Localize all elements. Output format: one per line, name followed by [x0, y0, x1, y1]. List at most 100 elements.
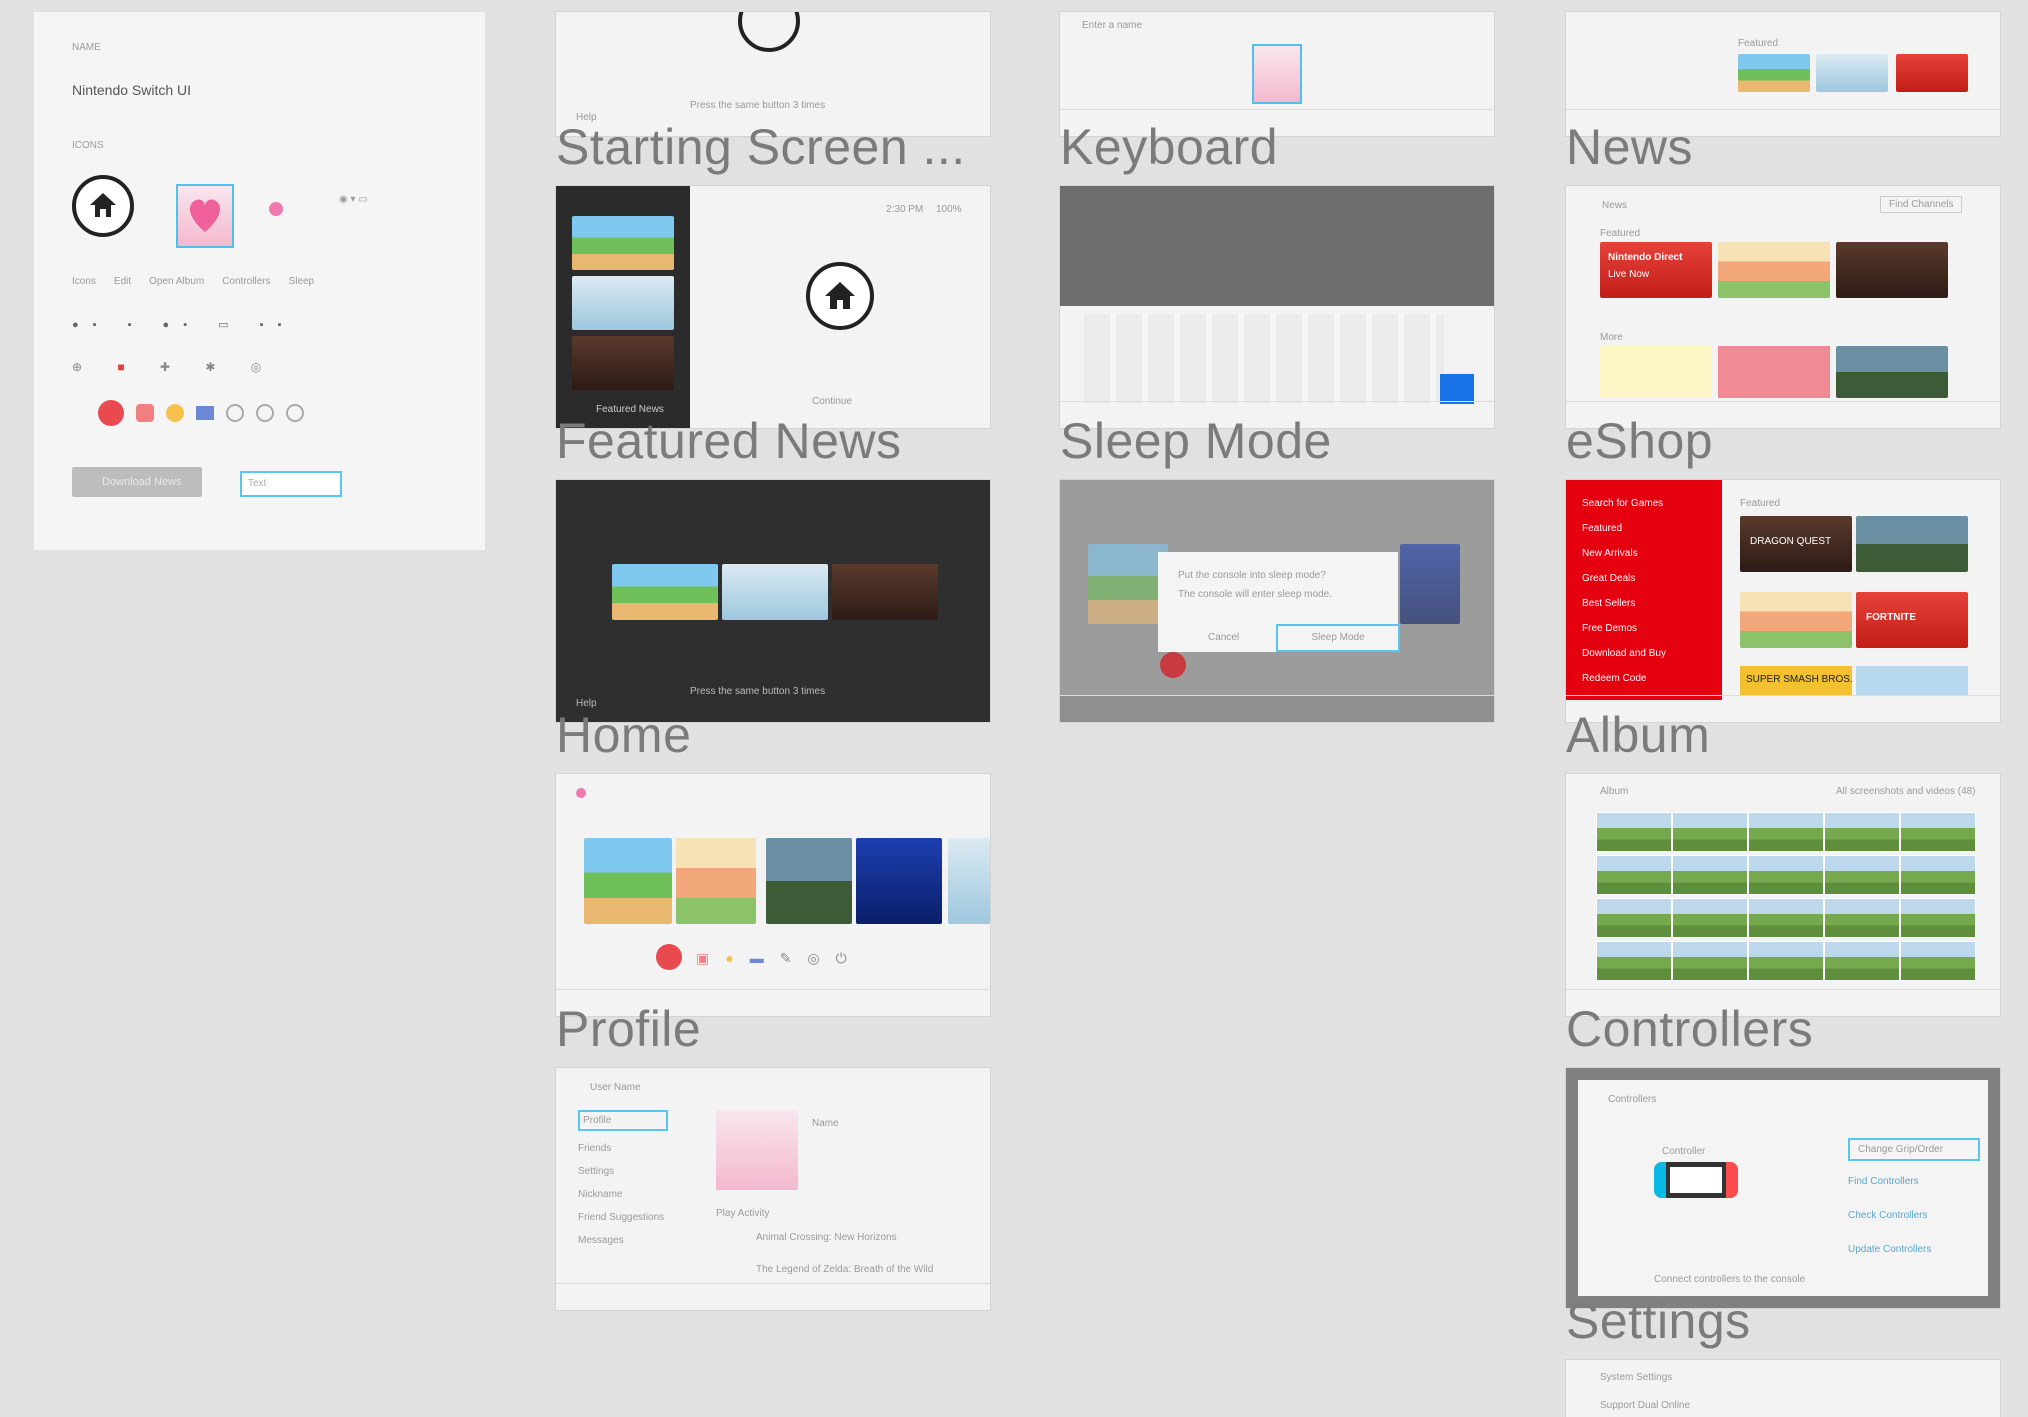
screenshot-thumb[interactable] [1748, 941, 1824, 981]
switch-lite-tile[interactable] [1718, 346, 1830, 398]
eshop-menu-item[interactable]: Download and Buy [1582, 648, 1722, 659]
sleep-mode-frame[interactable]: Put the console into sleep mode? The con… [1060, 480, 1494, 722]
home-preview-frame[interactable]: Press the same button 3 times Help [556, 480, 990, 722]
featured-news-frame[interactable]: Featured News 2:30 PM 100% Continue [556, 186, 990, 428]
menu-item[interactable]: Profile [578, 1110, 668, 1131]
name-value[interactable]: Nintendo Switch UI [72, 82, 191, 98]
menu-item[interactable]: Nickname [578, 1189, 668, 1200]
screenshot-thumb[interactable] [1824, 812, 1900, 852]
sleep-icon[interactable] [256, 404, 274, 422]
game-tile[interactable] [584, 838, 672, 924]
eshop-menu-item[interactable]: Great Deals [1582, 573, 1722, 584]
screenshot-thumb[interactable] [1672, 898, 1748, 938]
power-icon[interactable] [286, 404, 304, 422]
user-icon[interactable] [576, 788, 586, 798]
avatar[interactable] [1252, 44, 1302, 104]
screenshot-thumb[interactable] [1900, 898, 1976, 938]
controller-option[interactable]: Check Controllers [1848, 1210, 1927, 1221]
promo-tile[interactable] [1718, 242, 1830, 298]
controllers-frame[interactable]: Controllers Controller Change Grip/Order… [1566, 1068, 2000, 1308]
game-tile[interactable]: SUPER SMASH BROS. [1740, 666, 1853, 696]
enter-key[interactable] [1440, 374, 1474, 404]
controller-option[interactable]: Update Controllers [1848, 1244, 1931, 1255]
eshop-frame[interactable]: Search for Games Featured New Arrivals G… [1566, 480, 2000, 722]
eshop-menu-item[interactable]: Featured [1582, 523, 1722, 534]
news-icon[interactable] [656, 944, 682, 970]
screenshot-thumb[interactable] [1672, 855, 1748, 895]
menu-item[interactable]: Messages [578, 1235, 668, 1246]
screenshot-thumb[interactable] [1900, 941, 1976, 981]
game-tile[interactable] [1856, 516, 1968, 572]
screenshot-thumb[interactable] [1672, 941, 1748, 981]
screenshot-thumb[interactable] [1596, 855, 1672, 895]
find-channels-button[interactable]: Find Channels [1880, 196, 1963, 213]
screenshot-thumb[interactable] [1824, 855, 1900, 895]
screenshot-thumb[interactable] [1900, 812, 1976, 852]
game-tile[interactable] [1740, 592, 1852, 648]
news-thumb[interactable] [1816, 54, 1888, 92]
screenshot-thumb[interactable] [1900, 855, 1976, 895]
eshop-menu-item[interactable]: Search for Games [1582, 498, 1722, 509]
news-thumb[interactable] [1896, 54, 1968, 92]
screenshot-thumb[interactable] [1596, 941, 1672, 981]
settings-icon[interactable] [226, 404, 244, 422]
sleep-confirm-button[interactable]: Sleep Mode [1276, 624, 1400, 652]
album-frame[interactable]: Album All screenshots and videos (48) [1566, 774, 2000, 1016]
album-icon[interactable] [166, 404, 184, 422]
text-input[interactable]: Text [240, 471, 342, 497]
controller-option[interactable]: Change Grip/Order [1848, 1138, 1980, 1161]
screenshot-thumb[interactable] [1748, 898, 1824, 938]
screenshot-thumb[interactable] [1596, 898, 1672, 938]
news-thumb[interactable] [1738, 54, 1810, 92]
home-icon[interactable] [806, 262, 874, 330]
eshop-icon[interactable] [136, 404, 154, 422]
settings-frame[interactable]: System Settings Support Dual Online [1566, 1360, 2000, 1417]
screenshot-thumb[interactable] [1748, 812, 1824, 852]
eshop-menu-item[interactable]: Best Sellers [1582, 598, 1722, 609]
game-tile[interactable] [572, 276, 674, 330]
gray-button[interactable]: Download News [72, 467, 202, 497]
home-frame[interactable]: ▣●▬✎◎⏻ [556, 774, 990, 1016]
keyboard-keys[interactable] [1084, 314, 1444, 404]
album-filter[interactable]: All screenshots and videos (48) [1836, 786, 1976, 797]
controller-option[interactable]: Find Controllers [1848, 1176, 1919, 1187]
game-tile[interactable] [832, 564, 938, 620]
menu-item[interactable]: Settings [578, 1166, 668, 1177]
eshop-menu-item[interactable]: Free Demos [1582, 623, 1722, 634]
game-tile[interactable] [1856, 666, 1968, 696]
screenshot-thumb[interactable] [1824, 941, 1900, 981]
game-tile[interactable]: FORTNITE [1856, 592, 1968, 648]
cancel-button[interactable]: Cancel [1208, 632, 1239, 643]
game-tile[interactable] [612, 564, 718, 620]
game-tile[interactable] [1836, 346, 1948, 398]
screenshot-thumb[interactable] [1748, 855, 1824, 895]
continue-text[interactable]: Continue [812, 396, 852, 407]
game-tile[interactable] [572, 336, 674, 390]
activity-row[interactable]: Animal Crossing: New Horizons [756, 1232, 897, 1243]
activity-row[interactable]: The Legend of Zelda: Breath of the Wild [756, 1264, 933, 1275]
promo-tile[interactable]: Nintendo Direct Live Now [1600, 242, 1712, 298]
settings-row[interactable]: Support Dual Online [1600, 1400, 1690, 1411]
screenshot-thumb[interactable] [1672, 812, 1748, 852]
game-tile[interactable] [856, 838, 942, 924]
screenshot-thumb[interactable] [1596, 812, 1672, 852]
keyboard-screen-frame[interactable] [1060, 186, 1494, 428]
menu-item[interactable]: Friend Suggestions [578, 1212, 668, 1223]
screenshot-thumb[interactable] [1824, 898, 1900, 938]
profile-avatar-icon[interactable] [176, 184, 234, 248]
game-tile[interactable] [676, 838, 756, 924]
profile-frame[interactable]: User Name Profile Friends Settings Nickn… [556, 1068, 990, 1310]
game-tile[interactable] [948, 838, 990, 924]
game-tile[interactable]: DRAGON QUEST [1740, 516, 1852, 572]
eshop-menu-item[interactable]: New Arrivals [1582, 548, 1722, 559]
eshop-menu-item[interactable]: Redeem Code [1582, 673, 1722, 684]
home-icon[interactable] [72, 175, 134, 237]
promo-tile[interactable] [1836, 242, 1948, 298]
game-tile[interactable] [766, 838, 852, 924]
menu-item[interactable]: Friends [578, 1143, 668, 1154]
game-tile[interactable] [722, 564, 828, 620]
game-tile[interactable] [572, 216, 674, 270]
controllers-icon[interactable] [196, 406, 214, 420]
news-screen-frame[interactable]: News Find Channels Featured Nintendo Dir… [1566, 186, 2000, 428]
news-icon[interactable] [98, 400, 124, 426]
